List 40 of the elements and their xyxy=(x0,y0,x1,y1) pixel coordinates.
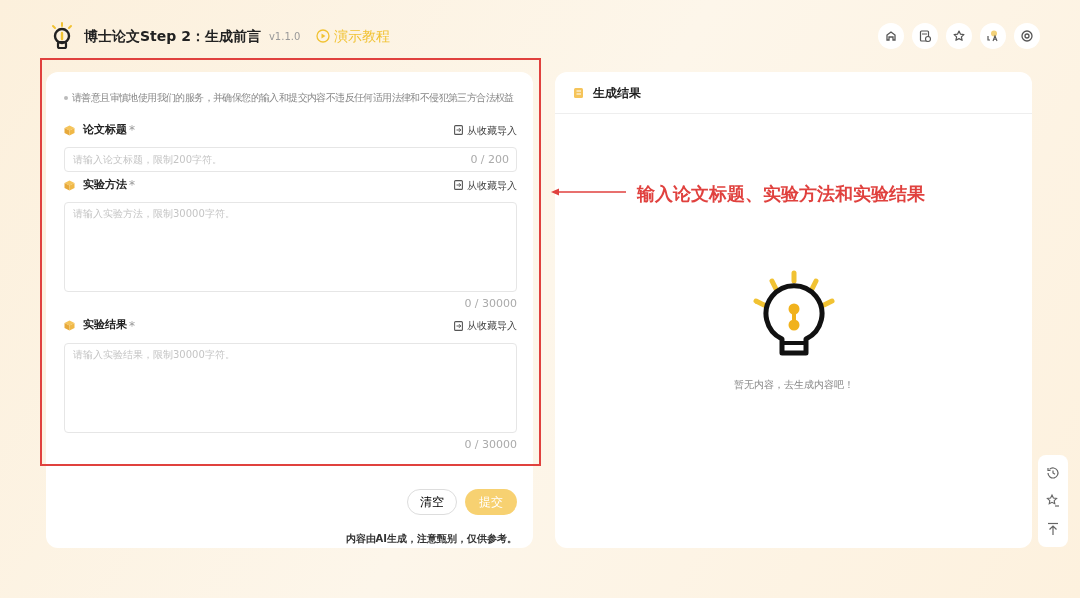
version-label: v1.1.0 xyxy=(268,29,301,44)
toolbar-button[interactable] xyxy=(946,23,972,49)
required-mark: * xyxy=(129,177,135,194)
history-icon xyxy=(1045,465,1061,481)
bullet-icon xyxy=(64,95,68,100)
result-title: 生成结果 xyxy=(593,84,642,102)
notice-text: 请善意且审慎地使用我们的服务，并确保您的输入和提交内容不违反任何适用法律和不侵犯第三方合法权益 xyxy=(72,91,514,105)
clear-button[interactable]: 清空 xyxy=(407,489,458,515)
toolbar-button[interactable] xyxy=(980,23,1006,49)
character-counter: 0 / 200 xyxy=(470,152,510,168)
cube-icon xyxy=(64,320,75,331)
scroll-icon xyxy=(573,86,586,99)
cube-icon xyxy=(64,179,75,191)
toolbar-button[interactable] xyxy=(1014,23,1040,49)
cube-icon xyxy=(64,124,75,136)
required-mark: * xyxy=(129,122,135,139)
import-link[interactable]: 从收藏导入 xyxy=(454,177,518,193)
field-label: 实验方法 xyxy=(83,176,127,193)
field-label: 实验结果 xyxy=(83,317,127,334)
settings-icon xyxy=(1019,28,1035,44)
disclaimer-text: 内容由AI生成，注意甄别，仅供参考。 xyxy=(345,532,518,546)
character-counter: 0 / 30000 xyxy=(464,296,518,312)
star-edit-icon xyxy=(1045,493,1061,509)
required-mark: * xyxy=(129,317,135,335)
calendar-clock-icon xyxy=(917,28,933,44)
import-link[interactable]: 从收藏导入 xyxy=(454,318,518,333)
back-to-top-icon xyxy=(1045,521,1061,537)
star-icon xyxy=(951,28,967,44)
import-icon xyxy=(454,125,464,135)
empty-state-text: 暂无内容，去生成内容吧！ xyxy=(733,378,854,392)
import-icon xyxy=(454,320,464,331)
page-title: 博士论文Step 2：生成前言 xyxy=(84,26,261,46)
toolbar-button[interactable] xyxy=(878,23,904,49)
toolbar-button[interactable] xyxy=(912,23,938,49)
field-label: 论文标题 xyxy=(83,121,127,138)
play-icon xyxy=(316,29,331,43)
annotation-text: 输入论文标题、实验方法和实验结果 xyxy=(637,182,925,206)
import-icon xyxy=(454,180,464,190)
character-counter: 0 / 30000 xyxy=(464,436,518,453)
import-link[interactable]: 从收藏导入 xyxy=(454,122,518,138)
